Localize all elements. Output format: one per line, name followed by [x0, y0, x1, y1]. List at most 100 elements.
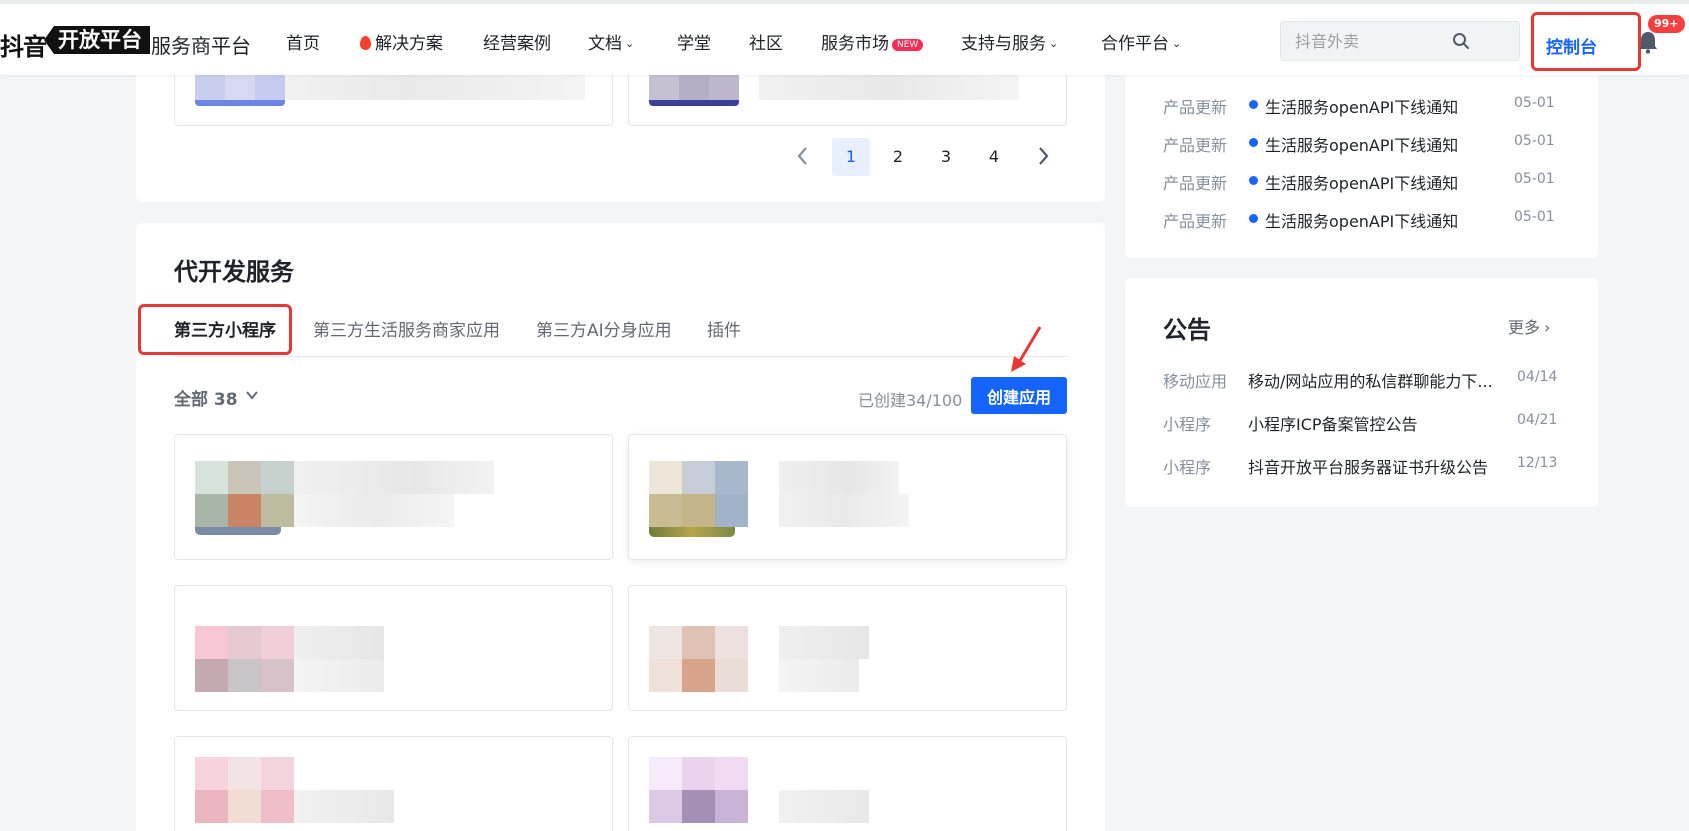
app-tile[interactable] [174, 736, 613, 831]
update-date: 05-01 [1514, 171, 1555, 187]
announcement-date: 12/13 [1517, 455, 1558, 471]
nav-market[interactable]: 服务市场 NEW [821, 29, 924, 54]
nav-support[interactable]: 支持与服务 ⌄ [961, 29, 1058, 54]
announcement-date: 04/21 [1517, 412, 1558, 428]
blurred-image [649, 100, 739, 106]
blurred-image [261, 757, 294, 790]
blurred-image [715, 790, 748, 823]
bell-icon[interactable] [1637, 30, 1659, 54]
page-button-3[interactable]: 3 [927, 138, 965, 176]
logo-badge[interactable]: 开放平台 [44, 26, 150, 54]
bullet-dot-icon [1249, 138, 1258, 147]
announcement-title[interactable]: 抖音开放平台服务器证书升级公告 [1248, 454, 1488, 478]
update-title[interactable]: 生活服务openAPI下线通知 [1265, 170, 1458, 194]
app-tile[interactable] [628, 585, 1067, 711]
bullet-dot-icon [1249, 214, 1258, 223]
blurred-image [649, 757, 682, 790]
search-box [1280, 21, 1520, 61]
blurred-image [261, 626, 294, 659]
update-title[interactable]: 生活服务openAPI下线通知 [1265, 94, 1458, 118]
blurred-text [294, 626, 384, 659]
nav-community[interactable]: 社区 [749, 29, 783, 54]
chevron-right-icon[interactable] [1034, 145, 1052, 167]
search-icon[interactable] [1452, 32, 1470, 50]
blurred-image [195, 626, 228, 659]
chevron-down-icon: ⌄ [1172, 37, 1182, 50]
app-tile[interactable] [628, 434, 1067, 560]
bullet-dot-icon [1249, 100, 1258, 109]
tab-third-party-ai-avatar[interactable]: 第三方AI分身应用 [536, 316, 672, 341]
nav-docs[interactable]: 文档 ⌄ [588, 29, 634, 54]
blurred-text [779, 790, 869, 823]
search-input[interactable] [1295, 30, 1465, 52]
page-button-1[interactable]: 1 [832, 138, 870, 176]
create-app-button[interactable]: 创建应用 [971, 377, 1067, 414]
nav-academy[interactable]: 学堂 [677, 29, 711, 54]
nav-cases[interactable]: 经营案例 [483, 29, 551, 54]
app-tile[interactable] [628, 736, 1067, 831]
blurred-image [682, 461, 715, 494]
nav-home[interactable]: 首页 [286, 29, 320, 54]
console-button[interactable]: 控制台 [1531, 12, 1641, 71]
blurred-text [294, 494, 454, 527]
announcement-title[interactable]: 小程序ICP备案管控公告 [1248, 411, 1418, 435]
page-button-4[interactable]: 4 [975, 138, 1013, 176]
blurred-text [294, 461, 494, 494]
blurred-image [682, 757, 715, 790]
update-tag: 产品更新 [1163, 212, 1228, 231]
announcement-tag: 小程序 [1163, 458, 1212, 477]
blurred-image [195, 100, 285, 106]
tab-third-party-life-service[interactable]: 第三方生活服务商家应用 [313, 316, 500, 341]
blurred-image [649, 659, 682, 692]
top-nav: 抖音 开放平台 服务商平台 首页 解决方案 经营案例 文档 ⌄ 学堂 社区 服务市… [0, 0, 1689, 75]
section-title: 代开发服务 [174, 258, 294, 286]
announcement-tag: 小程序 [1163, 415, 1212, 434]
blurred-image [682, 790, 715, 823]
app-tile[interactable] [174, 434, 613, 560]
blurred-image [261, 494, 294, 527]
blurred-text [779, 659, 859, 692]
nav-solutions[interactable]: 解决方案 [360, 29, 443, 54]
page-button-2[interactable]: 2 [879, 138, 917, 176]
announcement-title[interactable]: 移动/网站应用的私信群聊能力下... [1248, 368, 1493, 392]
update-title[interactable]: 生活服务openAPI下线通知 [1265, 132, 1458, 156]
blurred-image [261, 790, 294, 823]
blurred-image [228, 790, 261, 823]
blurred-image [261, 461, 294, 494]
notification-badge: 99+ [1648, 15, 1685, 33]
blurred-image [195, 757, 228, 790]
chevron-left-icon[interactable] [794, 145, 812, 167]
arrow-annotation-icon [1011, 326, 1042, 372]
nav-partners[interactable]: 合作平台 ⌄ [1101, 29, 1181, 54]
blurred-image [715, 461, 748, 494]
update-title[interactable]: 生活服务openAPI下线通知 [1265, 208, 1458, 232]
app-tile[interactable] [174, 585, 613, 711]
chevron-right-icon: › [1544, 318, 1551, 337]
filter-dropdown[interactable]: 全部 38 [174, 385, 238, 410]
update-tag: 产品更新 [1163, 136, 1228, 155]
logo-prefix[interactable]: 抖音 [0, 27, 47, 62]
blurred-text [779, 626, 869, 659]
logo-subtitle[interactable]: 服务商平台 [151, 30, 251, 59]
blurred-image [649, 494, 682, 527]
more-link[interactable]: 更多 › [1508, 314, 1550, 338]
blurred-image [195, 494, 228, 527]
blurred-image [195, 527, 281, 535]
blurred-image [715, 626, 748, 659]
announcements-title: 公告 [1163, 316, 1211, 344]
blurred-image [649, 790, 682, 823]
blurred-image [649, 626, 682, 659]
tab-plugins[interactable]: 插件 [707, 316, 741, 341]
tab-highlight-annotation [138, 304, 292, 355]
blurred-image [682, 626, 715, 659]
chevron-down-icon: ⌄ [625, 37, 635, 50]
update-tag: 产品更新 [1163, 174, 1228, 193]
blurred-text [294, 659, 384, 692]
blurred-text [779, 461, 899, 494]
blurred-image [682, 659, 715, 692]
update-tag: 产品更新 [1163, 98, 1228, 117]
blurred-image [228, 659, 261, 692]
chevron-down-icon[interactable] [244, 388, 260, 402]
blurred-image [228, 626, 261, 659]
blurred-image [228, 757, 261, 790]
